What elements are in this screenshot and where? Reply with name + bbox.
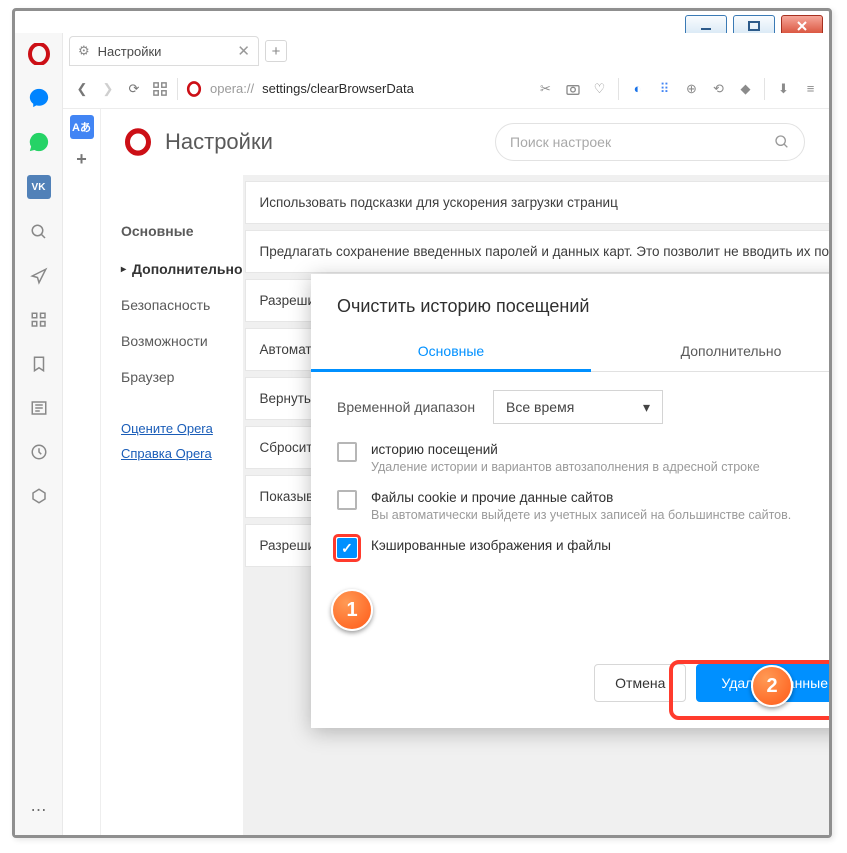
nav-section-advanced[interactable]: Дополнительно xyxy=(121,251,243,287)
dialog-title: Очистить историю посещений xyxy=(311,274,829,333)
menu-icon[interactable]: ≡ xyxy=(802,80,819,97)
dialog-tabs: Основные Дополнительно xyxy=(311,333,829,372)
nav-item-browser[interactable]: Браузер xyxy=(121,359,243,395)
opera-settings-logo-icon xyxy=(125,128,151,156)
opera-page-icon xyxy=(186,81,202,97)
reload-button[interactable]: ⟳ xyxy=(125,80,143,98)
vk-icon[interactable]: VK xyxy=(27,175,51,199)
nav-section-basic[interactable]: Основные xyxy=(121,223,243,239)
shield-icon[interactable]: ◆ xyxy=(737,80,754,97)
url-box[interactable]: opera:// settings/clearBrowserData xyxy=(186,81,529,97)
send-icon[interactable] xyxy=(28,265,50,287)
news-icon[interactable] xyxy=(28,397,50,419)
nav-forward-button[interactable]: ❯ xyxy=(99,80,117,98)
downloads-icon[interactable]: ⬇ xyxy=(775,80,792,97)
time-range-value: Все время xyxy=(506,399,574,415)
toolbar-right: ✂ ♡ ◐ ⠿ ⊕ ⟲ ◆ ⬇ ≡ xyxy=(537,78,819,100)
translate-icon[interactable]: ⠿ xyxy=(656,80,673,97)
address-bar: ❮ ❯ ⟳ opera://settings/clearBrowserData … xyxy=(63,69,829,109)
snapshot-icon[interactable]: ✂ xyxy=(537,80,554,97)
whatsapp-icon[interactable] xyxy=(28,131,50,153)
time-range-select[interactable]: Все время ▾ xyxy=(493,390,663,424)
check-row-cookies[interactable]: Файлы cookie и прочие данные сайтов Вы а… xyxy=(311,482,829,530)
camera-icon[interactable] xyxy=(564,80,581,97)
settings-search-input[interactable]: Поиск настроек xyxy=(495,123,805,161)
settings-row[interactable]: Предлагать сохранение введенных паролей … xyxy=(245,230,830,273)
extensions-icon[interactable] xyxy=(28,485,50,507)
nav-back-button[interactable]: ❮ xyxy=(73,80,91,98)
url-path: settings/clearBrowserData xyxy=(262,81,414,96)
search-icon[interactable] xyxy=(28,221,50,243)
adblock-icon[interactable]: ⊕ xyxy=(683,80,700,97)
dialog-tab-advanced[interactable]: Дополнительно xyxy=(591,333,829,372)
messenger-icon[interactable] xyxy=(28,87,50,109)
settings-search-placeholder: Поиск настроек xyxy=(510,134,611,150)
bookmark-icon[interactable]: ♡ xyxy=(591,80,608,97)
settings-title: Настройки xyxy=(165,129,273,155)
annotation-badge-1: 1 xyxy=(331,589,373,631)
bookmarks-icon[interactable] xyxy=(28,353,50,375)
check-title: Кэшированные изображения и файлы xyxy=(371,538,611,553)
pinned-add-button[interactable]: + xyxy=(70,147,94,171)
url-scheme: opera:// xyxy=(210,81,254,96)
clear-data-dialog: Очистить историю посещений Основные Допо… xyxy=(311,274,829,728)
tab-close-button[interactable]: ✕ xyxy=(237,42,250,60)
browser-body: VK ⋯ ⚙ Настройки ✕ + ❮ ❯ ⟳ xyxy=(15,33,829,835)
left-rail: VK ⋯ xyxy=(15,33,63,835)
cancel-button[interactable]: Отмена xyxy=(594,664,686,702)
check-desc: Удаление истории и вариантов автозаполне… xyxy=(371,460,760,474)
checkbox-history[interactable] xyxy=(337,442,357,462)
tab-strip: ⚙ Настройки ✕ + xyxy=(63,33,829,69)
speed-dial-button[interactable] xyxy=(151,80,169,98)
gear-icon: ⚙ xyxy=(78,43,90,59)
check-title: Файлы cookie и прочие данные сайтов xyxy=(371,490,791,505)
settings-area: Настройки Поиск настроек Основные Дополн… xyxy=(101,109,829,835)
check-row-cache[interactable]: Кэшированные изображения и файлы xyxy=(311,530,829,566)
more-icon[interactable]: ⋯ xyxy=(28,799,50,821)
history-icon[interactable] xyxy=(28,441,50,463)
opera-logo-icon[interactable] xyxy=(28,43,50,65)
check-desc: Вы автоматически выйдете из учетных запи… xyxy=(371,508,791,522)
pinned-column: Aあ + xyxy=(63,109,101,835)
sync-icon[interactable]: ⟲ xyxy=(710,80,727,97)
tab-title: Настройки xyxy=(98,44,162,59)
chevron-down-icon: ▾ xyxy=(643,399,650,416)
link-help-opera[interactable]: Справка Opera xyxy=(121,446,243,461)
annotation-badge-2: 2 xyxy=(751,665,793,707)
settings-header: Настройки Поиск настроек xyxy=(101,109,829,175)
pinned-translate-icon[interactable]: Aあ xyxy=(70,115,94,139)
speed-dial-icon[interactable] xyxy=(28,309,50,331)
tab-settings[interactable]: ⚙ Настройки ✕ xyxy=(69,36,259,66)
new-tab-button[interactable]: + xyxy=(265,40,287,62)
check-title: историю посещений xyxy=(371,442,760,457)
checkbox-cookies[interactable] xyxy=(337,490,357,510)
main-column: ⚙ Настройки ✕ + ❮ ❯ ⟳ opera:// settings/c… xyxy=(63,33,829,835)
annotation-highlight-1 xyxy=(333,534,361,562)
sidebar-nav: Основные Дополнительно Безопасность Возм… xyxy=(101,175,243,835)
window-frame: VK ⋯ ⚙ Настройки ✕ + ❮ ❯ ⟳ xyxy=(12,8,832,838)
time-range-label: Временной диапазон xyxy=(337,399,475,415)
settings-row[interactable]: Использовать подсказки для ускорения заг… xyxy=(245,181,830,224)
page-content: Aあ + Настройки Поиск настроек xyxy=(63,109,829,835)
search-icon xyxy=(774,134,790,150)
link-rate-opera[interactable]: Оцените Opera xyxy=(121,421,243,436)
check-row-history[interactable]: историю посещений Удаление истории и вар… xyxy=(311,434,829,482)
nav-item-features[interactable]: Возможности xyxy=(121,323,243,359)
vpn-icon[interactable]: ◐ xyxy=(629,80,646,97)
time-range-row: Временной диапазон Все время ▾ xyxy=(311,372,829,434)
nav-item-security[interactable]: Безопасность xyxy=(121,287,243,323)
dialog-tab-basic[interactable]: Основные xyxy=(311,333,591,372)
